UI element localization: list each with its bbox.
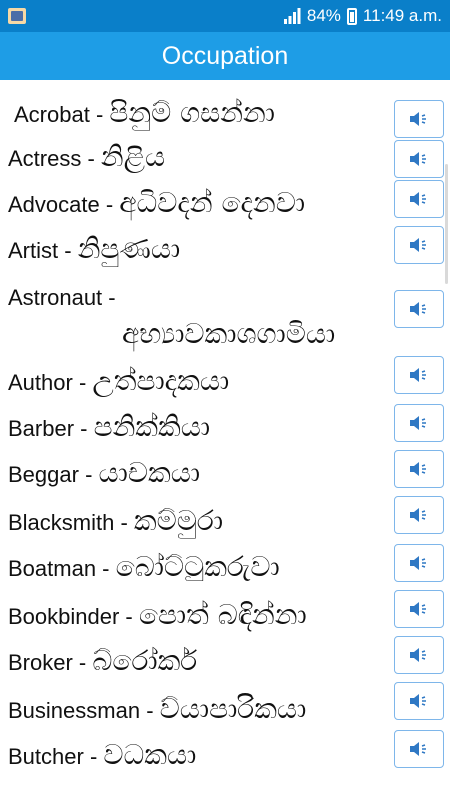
- speaker-icon: [410, 508, 426, 522]
- sinhala-word: පිනුම් ගසන්නා: [109, 96, 275, 129]
- sinhala-word: උත්පාදකයා: [92, 364, 230, 397]
- sinhala-word: බෝට්ටුකරුවා: [115, 550, 280, 583]
- separator: -: [140, 698, 160, 723]
- speak-button[interactable]: [394, 450, 444, 488]
- battery-percentage: 84%: [306, 6, 341, 25]
- list-item-text: Butcher - වධකයා: [8, 738, 388, 772]
- sinhala-word: පොත් බඳින්නා: [138, 598, 307, 631]
- speaker-icon: [410, 648, 426, 662]
- list-item-text: Artist - නිපුණයා: [8, 232, 388, 266]
- speak-button[interactable]: [394, 682, 444, 720]
- english-word: Bookbinder: [8, 604, 120, 629]
- list-item-text: Blacksmith - කම්මුරා: [8, 504, 388, 538]
- separator: -: [81, 146, 101, 171]
- battery-icon: [346, 7, 357, 25]
- separator: -: [102, 285, 116, 310]
- occupation-list[interactable]: Acrobat - පිනුම් ගසන්නා Actress - නිළිය …: [0, 80, 450, 800]
- sinhala-word: අභ්‍යාවකාශගාමියා: [122, 317, 336, 350]
- speak-button[interactable]: [394, 544, 444, 582]
- speak-button[interactable]: [394, 496, 444, 534]
- english-word: Blacksmith: [8, 510, 115, 535]
- speaker-icon: [410, 238, 426, 252]
- separator: -: [83, 744, 104, 769]
- sinhala-word: බ්රෝකර්: [92, 644, 198, 677]
- speaker-icon: [410, 416, 426, 430]
- separator: -: [74, 416, 94, 441]
- scrollbar[interactable]: [445, 164, 448, 284]
- english-word: Butcher: [8, 744, 84, 769]
- list-item-text: Businessman - ව්යාපාරිකයා: [8, 692, 388, 726]
- speak-button[interactable]: [394, 590, 444, 628]
- separator: -: [78, 462, 99, 487]
- list-item-text: Author - උත්පාදකයා: [8, 364, 388, 398]
- separator: -: [58, 238, 78, 263]
- speaker-icon: [410, 694, 426, 708]
- speak-button[interactable]: [394, 226, 444, 264]
- app-bar: Occupation: [0, 32, 450, 80]
- status-indicators: 84% 11:49 a.m.: [283, 5, 442, 27]
- separator: -: [72, 650, 93, 675]
- english-word: Advocate: [8, 192, 100, 217]
- list-item-text: Bookbinder - පොත් බඳින්නා: [8, 598, 388, 632]
- english-word: Actress: [8, 146, 82, 171]
- speak-button[interactable]: [394, 140, 444, 178]
- signal-icon: [283, 8, 301, 24]
- list-item-text: Actress - නිළිය: [8, 140, 388, 174]
- list-item-text: Astronaut - අභ්‍යාවකාශගාමියා: [8, 280, 388, 354]
- clock: 11:49 a.m.: [362, 6, 442, 25]
- separator: -: [114, 510, 134, 535]
- separator: -: [72, 370, 93, 395]
- english-word: Artist: [8, 238, 59, 263]
- speaker-icon: [410, 302, 426, 316]
- english-word: Boatman: [8, 556, 97, 581]
- sinhala-word: ව්යාපාරිකයා: [159, 692, 307, 725]
- english-word: Beggar: [8, 462, 79, 487]
- speak-button[interactable]: [394, 404, 444, 442]
- speaker-icon: [410, 556, 426, 570]
- page-title: Occupation: [161, 41, 289, 70]
- separator: -: [99, 192, 120, 217]
- sinhala-word: නිළිය: [100, 140, 166, 173]
- speaker-icon: [410, 742, 426, 756]
- speaker-icon: [410, 602, 426, 616]
- speak-button[interactable]: [394, 180, 444, 218]
- speaker-icon: [410, 152, 426, 166]
- speak-button[interactable]: [394, 100, 444, 138]
- list-item-text: Acrobat - පිනුම් ගසන්නා: [14, 96, 394, 130]
- speak-button[interactable]: [394, 290, 444, 328]
- separator: -: [119, 604, 139, 629]
- english-word: Barber: [8, 416, 75, 441]
- list-item-text: Barber - පනික්කියා: [8, 410, 388, 444]
- speaker-icon: [410, 112, 426, 126]
- english-word: Broker: [8, 650, 73, 675]
- separator: -: [89, 102, 110, 127]
- sinhala-word: යාචකයා: [98, 456, 201, 489]
- sinhala-word: නිපුණයා: [77, 232, 181, 265]
- speak-button[interactable]: [394, 730, 444, 768]
- sinhala-word: පනික්කියා: [93, 410, 211, 443]
- status-bar: 84% 11:49 a.m.: [0, 0, 450, 32]
- app-notification-icon: [8, 8, 26, 24]
- separator: -: [96, 556, 116, 581]
- english-word: Astronaut: [8, 285, 103, 310]
- list-item-text: Beggar - යාචකයා: [8, 456, 388, 490]
- english-word: Businessman: [8, 698, 141, 723]
- sinhala-word: වධකයා: [103, 738, 197, 771]
- speak-button[interactable]: [394, 356, 444, 394]
- list-item-text: Boatman - බෝට්ටුකරුවා: [8, 550, 388, 584]
- english-word: Acrobat: [14, 102, 90, 127]
- sinhala-word: කම්මුරා: [133, 504, 224, 537]
- speaker-icon: [410, 462, 426, 476]
- english-word: Author: [8, 370, 73, 395]
- speaker-icon: [410, 192, 426, 206]
- speaker-icon: [410, 368, 426, 382]
- speak-button[interactable]: [394, 636, 444, 674]
- list-item-text: Advocate - අධිවදන් දෙනවා: [8, 186, 388, 220]
- sinhala-word: අධිවදන් දෙනවා: [119, 186, 306, 219]
- list-item-text: Broker - බ්රෝකර්: [8, 644, 388, 678]
